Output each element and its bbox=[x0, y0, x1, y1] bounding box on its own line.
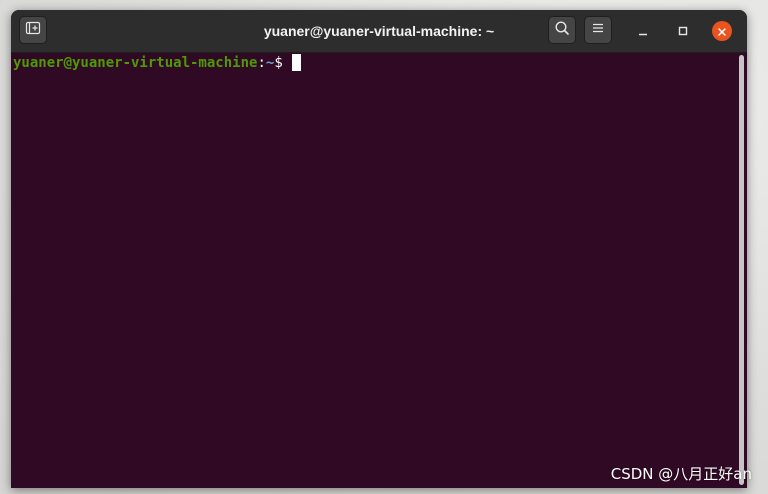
minimize-button[interactable] bbox=[633, 21, 653, 41]
close-button[interactable] bbox=[712, 21, 732, 41]
desktop-background: yuaner@yuaner-virtual-machine: ~ yuaner@… bbox=[0, 0, 768, 494]
search-button[interactable] bbox=[548, 16, 576, 44]
text-cursor bbox=[291, 54, 301, 71]
prompt-symbol: $ bbox=[274, 55, 283, 71]
maximize-icon bbox=[677, 22, 689, 41]
scrollbar-thumb[interactable] bbox=[739, 55, 744, 485]
new-tab-button[interactable] bbox=[19, 16, 47, 44]
close-icon bbox=[717, 22, 727, 41]
shell-prompt-line: yuaner@yuaner-virtual-machine:~$ bbox=[13, 54, 301, 72]
minimize-icon bbox=[637, 22, 649, 41]
menu-button[interactable] bbox=[584, 16, 612, 44]
search-icon bbox=[554, 20, 570, 40]
prompt-colon: : bbox=[257, 55, 266, 71]
titlebar[interactable]: yuaner@yuaner-virtual-machine: ~ bbox=[11, 10, 747, 53]
hamburger-menu-icon bbox=[590, 20, 606, 40]
csdn-watermark: CSDN @八月正好an bbox=[610, 465, 752, 483]
prompt-user-host: yuaner@yuaner-virtual-machine bbox=[13, 55, 258, 71]
new-tab-icon bbox=[25, 20, 41, 40]
terminal-window[interactable]: yuaner@yuaner-virtual-machine: ~ yuaner@… bbox=[11, 10, 747, 488]
maximize-button[interactable] bbox=[673, 21, 693, 41]
vertical-scrollbar[interactable] bbox=[737, 55, 745, 485]
terminal-output-area[interactable]: yuaner@yuaner-virtual-machine:~$ bbox=[11, 53, 747, 488]
